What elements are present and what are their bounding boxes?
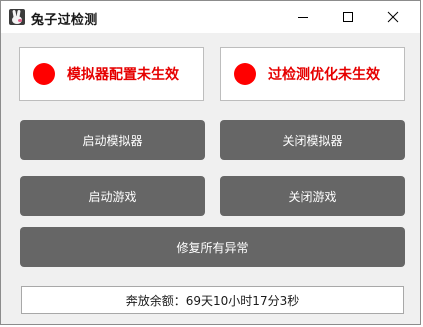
balance-display: 奔放余额：69天10小时17分3秒 — [21, 286, 404, 314]
close-emulator-button[interactable]: 关闭模拟器 — [220, 120, 405, 160]
repair-all-button[interactable]: 修复所有异常 — [20, 227, 405, 267]
emulator-status-text: 模拟器配置未生效 — [67, 67, 179, 83]
emulator-status-indicator — [33, 63, 55, 85]
close-button[interactable] — [370, 1, 416, 33]
close-game-button[interactable]: 关闭游戏 — [220, 176, 405, 216]
minimize-icon — [298, 17, 308, 18]
emulator-status-panel: 模拟器配置未生效 — [19, 47, 204, 101]
title-bar[interactable]: 兔子过检测 — [1, 1, 420, 33]
close-icon — [387, 11, 399, 23]
start-emulator-button[interactable]: 启动模拟器 — [20, 120, 205, 160]
detection-status-text: 过检测优化未生效 — [268, 67, 380, 83]
detection-status-indicator — [234, 63, 256, 85]
rabbit-icon — [9, 9, 25, 25]
start-game-button[interactable]: 启动游戏 — [20, 176, 205, 216]
window-title: 兔子过检测 — [31, 13, 98, 28]
detection-status-panel: 过检测优化未生效 — [220, 47, 405, 101]
minimize-button[interactable] — [280, 1, 326, 33]
maximize-button[interactable] — [325, 1, 371, 33]
app-window: 兔子过检测 模拟器配置未生效 过检测优化未生效 启动模拟器 关闭模拟器 启动游戏… — [0, 0, 421, 325]
maximize-icon — [343, 12, 353, 22]
